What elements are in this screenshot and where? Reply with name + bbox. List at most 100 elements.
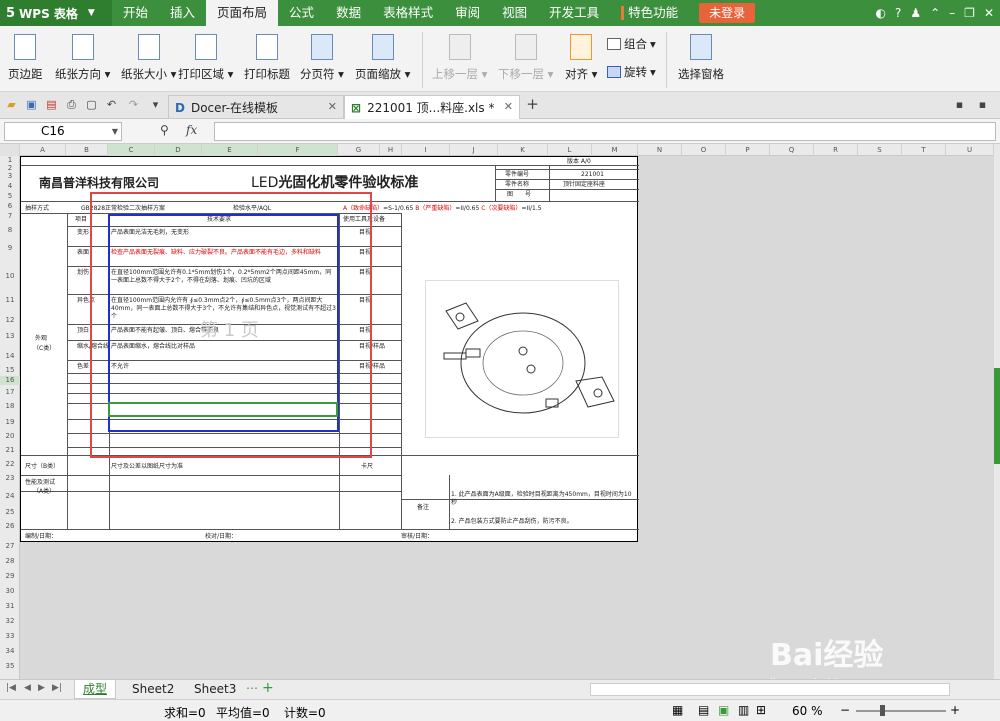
zoom-in-icon[interactable]: + <box>950 703 960 717</box>
window-list-icon[interactable]: ▪ <box>976 98 989 111</box>
row-header[interactable]: 12 <box>0 316 20 325</box>
minimize-icon[interactable]: – <box>949 6 955 20</box>
row-header[interactable]: 20 <box>0 432 20 441</box>
row-header[interactable]: 9 <box>0 244 20 253</box>
group-button[interactable]: 组合 ▾ <box>607 36 656 52</box>
bring-forward-button[interactable]: 上移一层 ▾ <box>432 34 487 82</box>
column-header[interactable]: G <box>338 144 380 156</box>
column-header[interactable]: O <box>682 144 726 156</box>
spreadsheet-grid[interactable]: 版本 A/0 南昌普洋科技有限公司 LED光固化机零件验收标准 零件编号 221… <box>20 156 994 679</box>
row-header[interactable]: 33 <box>0 632 20 641</box>
save-icon[interactable]: ▣ <box>25 98 38 111</box>
zoom-out-icon[interactable]: − <box>840 703 850 717</box>
selection-pane-button[interactable]: 选择窗格 <box>678 34 724 82</box>
menu-tab-features[interactable]: 特色功能 <box>610 0 689 26</box>
column-header[interactable]: M <box>592 144 638 156</box>
row-header[interactable]: 8 <box>0 226 20 235</box>
column-header[interactable]: Q <box>770 144 814 156</box>
align-button[interactable]: 对齐 ▾ <box>565 34 597 82</box>
page-break-view-icon[interactable]: ▣ <box>718 703 729 717</box>
select-all-corner[interactable] <box>0 144 20 156</box>
login-button[interactable]: 未登录 <box>699 3 756 23</box>
undo-icon[interactable]: ↶ <box>105 98 118 111</box>
tab-docer[interactable]: D Docer-在线模板 ✕ <box>168 95 344 119</box>
row-header[interactable]: 4 <box>0 182 20 191</box>
sheet-tab-3[interactable]: Sheet3 <box>186 680 244 699</box>
zoom-view-icon[interactable]: ⊞ <box>756 703 766 717</box>
sheet-tab-2[interactable]: Sheet2 <box>124 680 182 699</box>
menu-tab-insert[interactable]: 插入 <box>159 0 206 26</box>
layout-view-icon[interactable]: ▤ <box>698 703 709 717</box>
add-sheet-icon[interactable]: + <box>262 680 274 696</box>
row-header[interactable]: 29 <box>0 572 20 581</box>
column-header[interactable]: C <box>108 144 155 156</box>
margins-button[interactable]: 页边距 <box>8 34 43 82</box>
column-header[interactable]: N <box>638 144 682 156</box>
row-header[interactable]: 10 <box>0 272 20 281</box>
row-header[interactable]: 27 <box>0 542 20 551</box>
row-header[interactable]: 7 <box>0 212 20 221</box>
row-header[interactable]: 13 <box>0 332 20 341</box>
reading-view-icon[interactable]: ▥ <box>738 703 749 717</box>
last-sheet-icon[interactable]: ▶| <box>52 683 62 693</box>
column-header[interactable]: L <box>548 144 592 156</box>
open-folder-icon[interactable]: ▰ <box>5 98 18 111</box>
row-header[interactable]: 18 <box>0 402 20 411</box>
column-header[interactable]: P <box>726 144 770 156</box>
close-icon[interactable]: ✕ <box>504 100 513 113</box>
row-header[interactable]: 23 <box>0 474 20 483</box>
help-icon[interactable]: ? <box>895 6 901 20</box>
part-drawing-image[interactable] <box>425 280 619 438</box>
close-icon[interactable]: ✕ <box>984 6 994 20</box>
row-header[interactable]: 24 <box>0 492 20 501</box>
chevron-down-icon[interactable]: ▼ <box>112 123 118 140</box>
menu-tab-developer[interactable]: 开发工具 <box>538 0 610 26</box>
skin-icon[interactable]: ◐ <box>875 6 885 20</box>
row-header[interactable]: 14 <box>0 352 20 361</box>
tab-spreadsheet[interactable]: ⊠ 221001 顶...料座.xls * ✕ <box>344 95 520 119</box>
row-header[interactable]: 21 <box>0 446 20 455</box>
first-sheet-icon[interactable]: |◀ <box>6 683 16 693</box>
column-header[interactable]: T <box>902 144 946 156</box>
row-header[interactable]: 31 <box>0 602 20 611</box>
formula-input[interactable] <box>214 122 996 141</box>
zoom-search-icon[interactable]: ⚲ <box>160 123 169 137</box>
column-header[interactable]: I <box>402 144 450 156</box>
orientation-button[interactable]: 纸张方向 ▾ <box>55 34 110 82</box>
print-titles-button[interactable]: 打印标题 <box>244 34 290 82</box>
window-mode-icon[interactable]: ▪ <box>953 98 966 111</box>
column-header[interactable]: E <box>202 144 258 156</box>
next-sheet-icon[interactable]: ▶ <box>38 683 45 693</box>
print-area-button[interactable]: 打印区域 ▾ <box>178 34 233 82</box>
print-icon[interactable]: ⎙ <box>65 98 78 111</box>
row-header[interactable]: 16 <box>0 376 20 385</box>
rotate-button[interactable]: 旋转 ▾ <box>607 64 656 80</box>
menu-tab-view[interactable]: 视图 <box>491 0 538 26</box>
normal-view-icon[interactable]: ▦ <box>672 703 683 717</box>
column-header[interactable]: K <box>498 144 548 156</box>
name-box[interactable]: C16 ▼ <box>4 122 122 141</box>
column-header[interactable]: S <box>858 144 902 156</box>
row-header[interactable]: 34 <box>0 647 20 656</box>
column-header[interactable]: J <box>450 144 498 156</box>
zoom-slider-track[interactable] <box>856 710 946 712</box>
column-header[interactable]: B <box>66 144 108 156</box>
column-header[interactable]: U <box>946 144 994 156</box>
menu-tab-review[interactable]: 审阅 <box>444 0 491 26</box>
zoom-slider-thumb[interactable] <box>880 705 885 716</box>
menu-tab-start[interactable]: 开始 <box>112 0 159 26</box>
send-backward-button[interactable]: 下移一层 ▾ <box>498 34 553 82</box>
close-icon[interactable]: ✕ <box>328 100 337 113</box>
horizontal-scrollbar[interactable] <box>590 683 950 696</box>
sheet-tab-1[interactable]: 成型 <box>74 680 117 699</box>
paper-size-button[interactable]: 纸张大小 ▾ <box>121 34 176 82</box>
restore-icon[interactable]: ❐ <box>964 6 975 20</box>
print-preview-icon[interactable]: ▢ <box>85 98 98 111</box>
chevron-up-icon[interactable]: ⌃ <box>930 6 940 20</box>
active-cell-c16[interactable] <box>108 402 338 417</box>
row-header[interactable]: 6 <box>0 202 20 211</box>
column-header[interactable]: H <box>380 144 402 156</box>
export-pdf-icon[interactable]: ▤ <box>45 98 58 111</box>
redo-icon[interactable]: ↷ <box>127 98 140 111</box>
row-header[interactable]: 30 <box>0 587 20 596</box>
